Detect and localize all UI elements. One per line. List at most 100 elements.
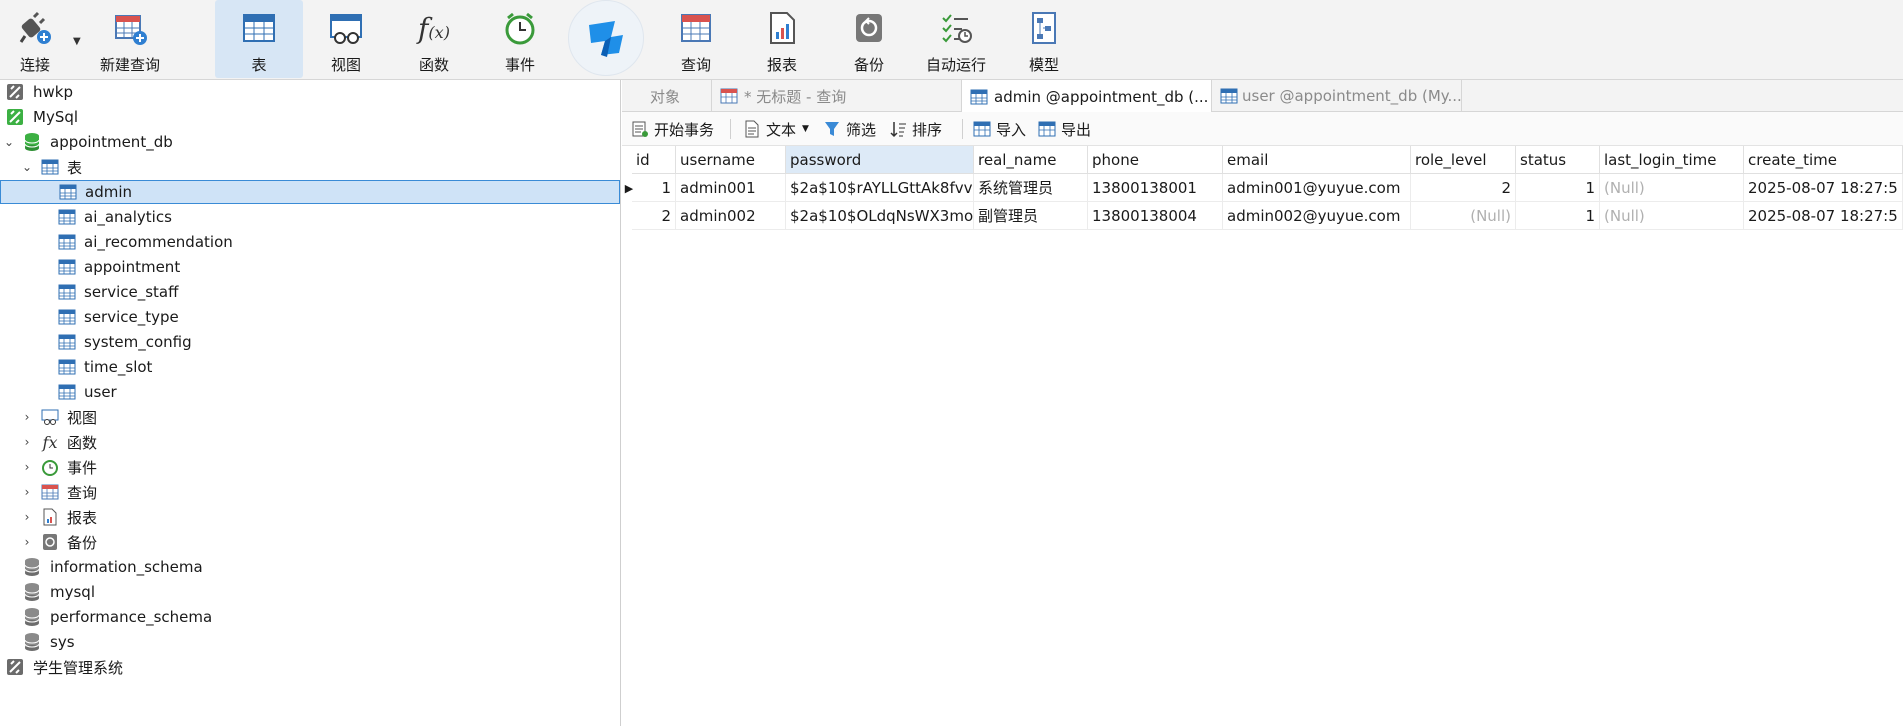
- table-cell[interactable]: (Null): [1411, 202, 1516, 230]
- table-cell[interactable]: 2: [632, 202, 676, 230]
- filter-funnel-icon: [822, 119, 842, 139]
- chevron-down-icon[interactable]: ⌄: [20, 155, 34, 179]
- table-cell[interactable]: admin001@yuyue.com: [1223, 174, 1411, 202]
- database-green-icon: [22, 132, 42, 152]
- begin-transaction-button[interactable]: 开始事务: [630, 112, 714, 146]
- new-query-icon: [111, 8, 149, 48]
- table-item-system-config[interactable]: system_config: [0, 330, 620, 354]
- chevron-right-icon[interactable]: ›: [20, 505, 34, 529]
- table-cell[interactable]: 13800138001: [1088, 174, 1223, 202]
- table-item-label: time_slot: [84, 358, 153, 376]
- connect-button[interactable]: 连接: [10, 0, 60, 78]
- function-icon: f(x): [418, 11, 450, 45]
- column-header-real-name[interactable]: real_name: [974, 146, 1088, 174]
- table-cell[interactable]: admin002@yuyue.com: [1223, 202, 1411, 230]
- table-cell[interactable]: 1: [1516, 202, 1600, 230]
- table-cell[interactable]: 1: [632, 174, 676, 202]
- view-label: 视图: [330, 56, 361, 74]
- column-header-status[interactable]: status: [1516, 146, 1600, 174]
- table-cell[interactable]: 副管理员: [974, 202, 1088, 230]
- table-item-time-slot[interactable]: time_slot: [0, 355, 620, 379]
- tables-group[interactable]: ⌄ 表: [0, 155, 620, 179]
- import-button[interactable]: 导入: [972, 112, 1026, 146]
- event-button[interactable]: 事件: [496, 0, 544, 78]
- table-cell[interactable]: 13800138004: [1088, 202, 1223, 230]
- group-label: 事件: [67, 458, 98, 477]
- table-cell[interactable]: $2a$10$rAYLLGttAk8fvvUz: [786, 174, 974, 202]
- table-cell[interactable]: (Null): [1600, 174, 1744, 202]
- events-group[interactable]: › 事件: [0, 455, 620, 479]
- function-button[interactable]: f(x) 函数: [410, 0, 458, 78]
- model-button[interactable]: 模型: [1020, 0, 1068, 78]
- filter-button[interactable]: 筛选: [822, 112, 876, 146]
- tables-group-label: 表: [67, 158, 83, 177]
- table-cell[interactable]: 1: [1516, 174, 1600, 202]
- table-item-ai-analytics[interactable]: ai_analytics: [0, 205, 620, 229]
- database-appointment-db[interactable]: ⌄ appointment_db: [0, 130, 620, 154]
- table-cell[interactable]: admin002: [676, 202, 786, 230]
- backups-group[interactable]: › 备份: [0, 530, 620, 554]
- query-button[interactable]: 查询: [672, 0, 720, 78]
- table-item-appointment[interactable]: appointment: [0, 255, 620, 279]
- report-button[interactable]: 报表: [758, 0, 806, 78]
- text-view-label: 文本: [766, 120, 797, 139]
- table-item-admin[interactable]: admin: [0, 180, 620, 204]
- export-button[interactable]: 导出: [1037, 112, 1091, 146]
- connect-dropdown-arrow-icon[interactable]: ▼: [73, 36, 81, 47]
- view-button[interactable]: 视图: [322, 0, 370, 78]
- connection-hwkp[interactable]: hwkp: [0, 80, 620, 104]
- toolbar-divider: [730, 119, 731, 139]
- table-item-label: ai_recommendation: [84, 233, 233, 251]
- database-sys[interactable]: sys: [0, 630, 620, 654]
- table-button[interactable]: 表: [215, 0, 303, 78]
- functions-group[interactable]: › fx 函数: [0, 430, 620, 454]
- table-label: 表: [251, 56, 267, 74]
- tab-user-table[interactable]: user @appointment_db (My...: [1212, 80, 1462, 112]
- table-item-user[interactable]: user: [0, 380, 620, 404]
- table-cell[interactable]: (Null): [1600, 202, 1744, 230]
- database-mysql[interactable]: mysql: [0, 580, 620, 604]
- connection-gray-icon: [5, 657, 25, 677]
- table-item-service-staff[interactable]: service_staff: [0, 280, 620, 304]
- queries-group[interactable]: › 查询: [0, 480, 620, 504]
- chevron-right-icon[interactable]: ›: [20, 430, 34, 454]
- connection-label: MySql: [33, 108, 79, 126]
- table-cell[interactable]: 系统管理员: [974, 174, 1088, 202]
- column-header-email[interactable]: email: [1223, 146, 1411, 174]
- tab-objects[interactable]: 对象: [622, 80, 712, 112]
- sort-button[interactable]: 排序: [888, 112, 942, 146]
- column-header-last-login-time[interactable]: last_login_time: [1600, 146, 1744, 174]
- database-performance-schema[interactable]: performance_schema: [0, 605, 620, 629]
- tab-untitled-query[interactable]: * 无标题 - 查询: [712, 80, 962, 112]
- column-header-phone[interactable]: phone: [1088, 146, 1223, 174]
- connection-student-system[interactable]: 学生管理系统: [0, 655, 620, 679]
- table-cell[interactable]: admin001: [676, 174, 786, 202]
- reports-group[interactable]: › 报表: [0, 505, 620, 529]
- database-information-schema[interactable]: information_schema: [0, 555, 620, 579]
- automation-button[interactable]: 自动运行: [920, 0, 992, 78]
- column-header-role-level[interactable]: role_level: [1411, 146, 1516, 174]
- column-header-id[interactable]: id: [632, 146, 676, 174]
- table-icon: [1220, 87, 1238, 105]
- text-view-button[interactable]: 文本 ▼: [742, 112, 809, 146]
- backup-button[interactable]: 备份: [845, 0, 893, 78]
- column-header-username[interactable]: username: [676, 146, 786, 174]
- column-header-create-time[interactable]: create_time: [1744, 146, 1903, 174]
- view-icon: [327, 8, 365, 48]
- new-query-button[interactable]: 新建查询: [95, 0, 165, 78]
- views-group[interactable]: › 视图: [0, 405, 620, 429]
- chevron-right-icon[interactable]: ›: [20, 455, 34, 479]
- chevron-right-icon[interactable]: ›: [20, 530, 34, 554]
- table-item-service-type[interactable]: service_type: [0, 305, 620, 329]
- chevron-down-icon[interactable]: ⌄: [2, 130, 16, 154]
- table-cell[interactable]: 2025-08-07 18:27:5: [1744, 174, 1903, 202]
- tab-admin-table[interactable]: admin @appointment_db (...: [962, 80, 1212, 113]
- table-cell[interactable]: 2: [1411, 174, 1516, 202]
- table-cell[interactable]: 2025-08-07 18:27:5: [1744, 202, 1903, 230]
- column-header-password[interactable]: password: [786, 146, 974, 174]
- table-cell[interactable]: $2a$10$OLdqNsWX3mos: [786, 202, 974, 230]
- table-item-ai-recommendation[interactable]: ai_recommendation: [0, 230, 620, 254]
- chevron-right-icon[interactable]: ›: [20, 480, 34, 504]
- chevron-right-icon[interactable]: ›: [20, 405, 34, 429]
- connection-mysql[interactable]: MySql: [0, 105, 620, 129]
